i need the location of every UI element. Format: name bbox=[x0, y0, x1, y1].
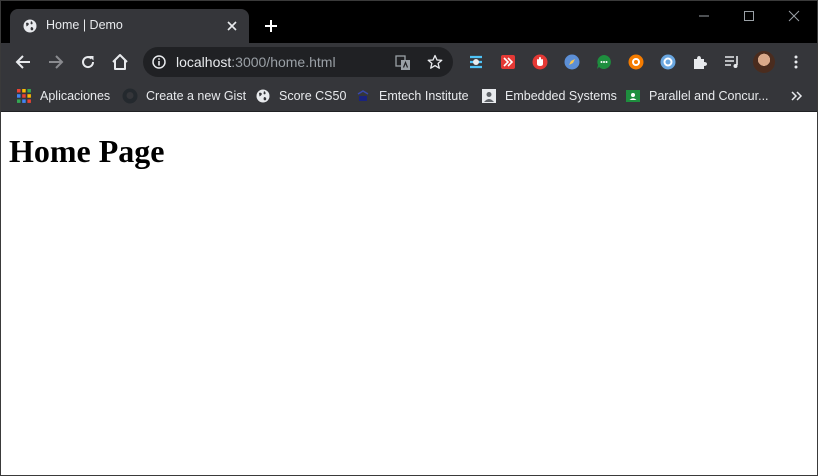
extension-stack-icon[interactable] bbox=[467, 53, 485, 71]
bookmarks-bar: Aplicaciones Create a new Gist Score CS5… bbox=[1, 81, 817, 112]
github-icon bbox=[122, 88, 138, 104]
globe-icon bbox=[23, 19, 37, 33]
bookmark-star-icon[interactable] bbox=[427, 54, 443, 70]
bookmark-embedded-systems[interactable]: Embedded Systems bbox=[481, 86, 617, 106]
extension-chat-icon[interactable] bbox=[595, 53, 613, 71]
page-viewport: Home Page bbox=[1, 112, 817, 475]
portrait-icon bbox=[481, 88, 497, 104]
extension-lifebuoy-icon[interactable] bbox=[627, 53, 645, 71]
more-bookmarks-button[interactable] bbox=[787, 86, 807, 106]
address-bar[interactable]: localhost:3000/home.html bbox=[143, 47, 453, 77]
puzzle-icon[interactable] bbox=[691, 53, 709, 71]
extension-compass-icon[interactable] bbox=[563, 53, 581, 71]
url-path: :3000/home.html bbox=[231, 54, 336, 70]
home-icon bbox=[112, 54, 128, 70]
reload-icon bbox=[82, 56, 95, 69]
bookmark-label: Score CS50 bbox=[279, 89, 347, 103]
chevron-double-right-icon bbox=[791, 91, 803, 101]
minimize-button[interactable] bbox=[689, 5, 719, 27]
bookmark-label: Aplicaciones bbox=[40, 89, 111, 103]
bookmark-label: Embedded Systems bbox=[505, 89, 617, 103]
close-icon bbox=[788, 10, 800, 22]
bookmark-label: Parallel and Concur... bbox=[649, 89, 769, 103]
tab-title: Home | Demo bbox=[46, 18, 123, 32]
plus-icon bbox=[265, 20, 277, 32]
url-host: localhost bbox=[176, 54, 232, 70]
browser-window: Home | Demo localhost:3000/home.html Apl… bbox=[0, 0, 818, 476]
emtech-icon bbox=[355, 88, 371, 104]
bookmark-label: Create a new Gist bbox=[146, 89, 247, 103]
page-heading: Home Page bbox=[9, 133, 165, 169]
extension-ring-icon[interactable] bbox=[659, 53, 677, 71]
tab-home-demo[interactable]: Home | Demo bbox=[10, 9, 249, 43]
new-tab-button[interactable] bbox=[260, 15, 282, 37]
maximize-icon bbox=[744, 11, 754, 21]
profile-avatar[interactable] bbox=[753, 51, 775, 73]
translate-icon[interactable] bbox=[395, 55, 411, 71]
bookmark-label: Emtech Institute bbox=[379, 89, 469, 103]
url-text[interactable]: localhost:3000/home.html bbox=[176, 54, 336, 70]
bookmark-aplicaciones[interactable]: Aplicaciones bbox=[16, 86, 110, 106]
arrow-right-icon bbox=[49, 55, 64, 69]
bookmark-parallel[interactable]: Parallel and Concur... bbox=[625, 86, 769, 106]
reload-button[interactable] bbox=[77, 51, 99, 73]
home-button[interactable] bbox=[109, 51, 131, 73]
bookmark-emtech[interactable]: Emtech Institute bbox=[355, 86, 469, 106]
arrow-left-icon bbox=[15, 55, 30, 69]
extension-play-icon[interactable] bbox=[499, 53, 517, 71]
bookmark-create-gist[interactable]: Create a new Gist bbox=[122, 86, 246, 106]
toolbar: localhost:3000/home.html bbox=[1, 43, 817, 81]
classroom-icon bbox=[625, 88, 641, 104]
menu-kebab-icon[interactable] bbox=[787, 53, 805, 71]
minimize-icon bbox=[699, 15, 709, 17]
extension-stop-icon[interactable] bbox=[531, 53, 549, 71]
globe-icon bbox=[255, 88, 271, 104]
media-queue-icon[interactable] bbox=[723, 53, 741, 71]
back-button[interactable] bbox=[12, 51, 34, 73]
apps-grid-icon bbox=[16, 88, 32, 104]
maximize-button[interactable] bbox=[734, 5, 764, 27]
info-icon[interactable] bbox=[152, 55, 166, 69]
tab-strip: Home | Demo bbox=[1, 1, 817, 43]
forward-button[interactable] bbox=[45, 51, 67, 73]
bookmark-score-cs50[interactable]: Score CS50 bbox=[255, 86, 346, 106]
close-tab-icon[interactable] bbox=[224, 18, 240, 34]
close-window-button[interactable] bbox=[779, 5, 809, 27]
